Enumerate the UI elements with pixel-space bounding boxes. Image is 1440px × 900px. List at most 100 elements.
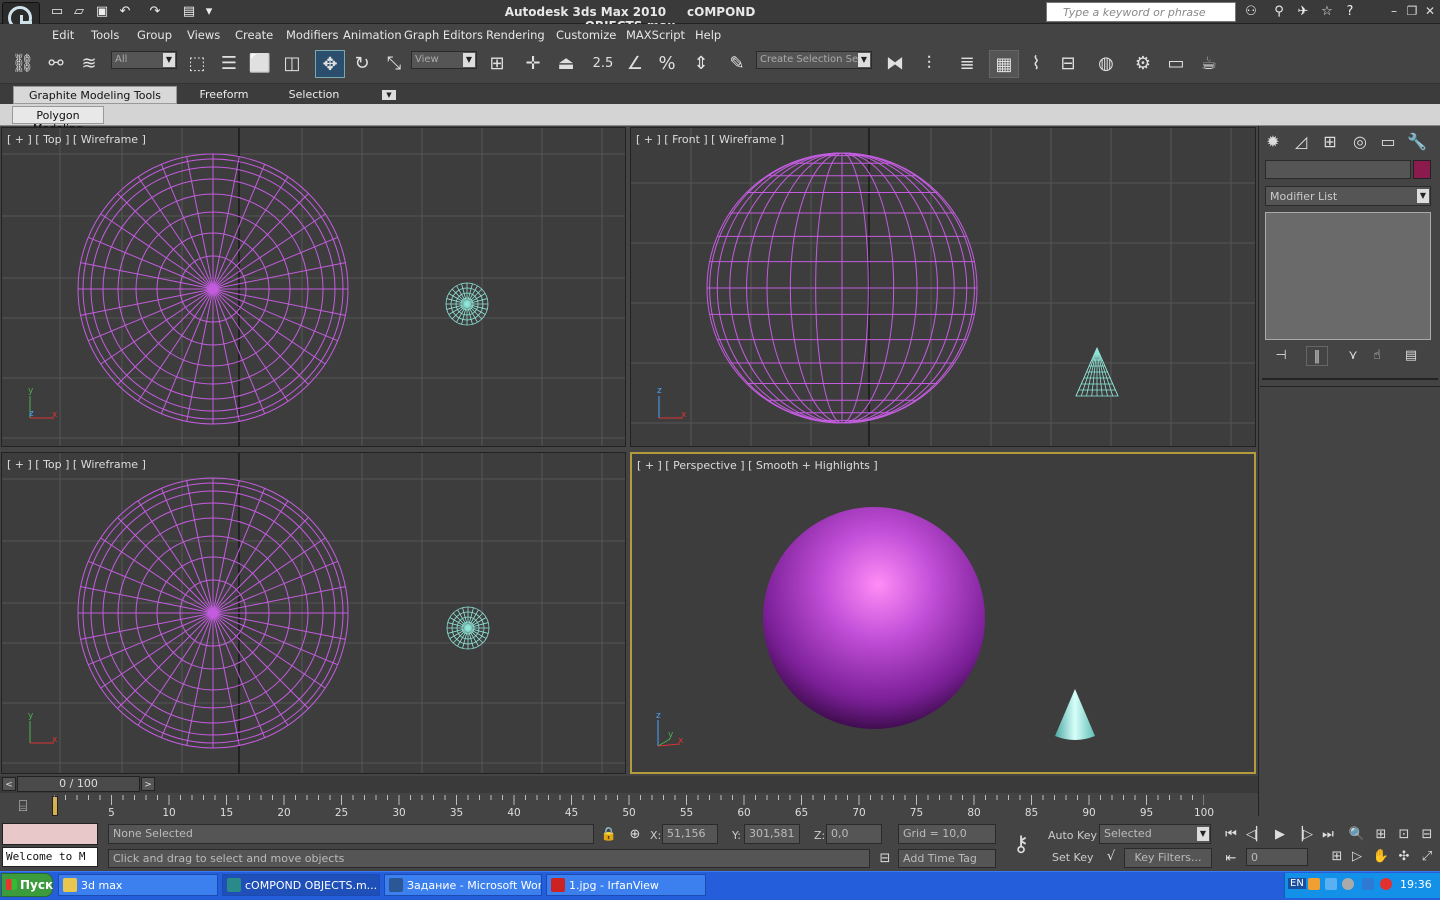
remove-modifier-icon[interactable]: ☝ (1366, 346, 1388, 366)
menu-tools[interactable]: Tools (91, 28, 119, 42)
open-file-icon[interactable]: ▱ (70, 3, 88, 20)
help-icon[interactable]: ? (1341, 3, 1359, 20)
absolute-mode-icon[interactable]: ⊕ (624, 826, 646, 844)
communication-icon[interactable]: ✈ (1294, 3, 1312, 20)
menu-graph-editors[interactable]: Graph Editors (404, 28, 483, 42)
subscription-icon[interactable]: ⚲ (1270, 3, 1288, 20)
time-slider-thumb[interactable]: 0 / 100 (17, 776, 140, 792)
reference-coordinate-dropdown[interactable]: View ▼ (411, 51, 477, 69)
shaded-cone[interactable] (1055, 689, 1095, 740)
x-coord-field[interactable]: 51,156 (662, 824, 718, 844)
tray-app-icon[interactable] (1308, 878, 1320, 890)
quick-access-dropdown-icon[interactable]: ▾ (200, 3, 218, 20)
modifier-stack[interactable] (1265, 212, 1431, 340)
set-key-mode-icon[interactable]: ⚷ (1004, 832, 1038, 858)
modifier-list-dropdown[interactable]: Modifier List ▼ (1265, 186, 1431, 206)
wire-cone-top-view[interactable] (445, 282, 489, 326)
pan-view-icon[interactable]: ✋ (1370, 848, 1392, 866)
tab-freeform[interactable]: Freeform (186, 86, 262, 104)
select-object-icon[interactable]: ⬚ (182, 50, 212, 78)
orbit-icon[interactable]: ✣ (1393, 848, 1415, 866)
utilities-icon[interactable]: 🔧 (1405, 130, 1429, 154)
viewport-top-left[interactable]: y z x [ + ] [ Top ] [ Wireframe ] (1, 127, 626, 447)
taskbar-item-word[interactable]: Задание - Microsoft Word (384, 874, 542, 896)
viewport-top-right[interactable]: z x [ + ] [ Front ] [ Wireframe ] (630, 127, 1256, 447)
make-unique-icon[interactable]: ⋎ (1342, 346, 1364, 366)
close-icon[interactable]: ✕ (1422, 3, 1438, 19)
show-end-result-icon[interactable]: ‖ (1306, 346, 1328, 366)
display-icon[interactable]: ▭ (1376, 130, 1400, 154)
wire-sphere-top-view-2[interactable] (77, 477, 349, 749)
align-icon[interactable]: ⫶ (914, 50, 944, 78)
menu-help[interactable]: Help (695, 28, 721, 42)
menu-rendering[interactable]: Rendering (486, 28, 545, 42)
binoculars-icon[interactable]: ⚇ (1242, 3, 1260, 20)
selection-filter-dropdown[interactable]: All ▼ (111, 51, 177, 69)
menu-create[interactable]: Create (235, 28, 273, 42)
viewport-label-top-right[interactable]: [ + ] [ Front ] [ Wireframe ] (636, 133, 784, 146)
keyboard-shortcut-override-icon[interactable]: ⏏ (551, 50, 581, 78)
wire-sphere-top-view[interactable] (77, 153, 349, 425)
maxscript-listener-mini[interactable] (2, 823, 98, 845)
zoom-extents-all-icon[interactable]: ⊟ (1416, 826, 1438, 844)
schematic-view-icon[interactable]: ⊟ (1053, 50, 1083, 78)
viewport-label-bottom-left[interactable]: [ + ] [ Top ] [ Wireframe ] (7, 458, 146, 471)
maxscript-welcome-field[interactable]: Welcome to M (2, 847, 98, 867)
add-time-tag-button[interactable]: Add Time Tag (898, 849, 996, 868)
current-frame-field[interactable]: 0 (1246, 848, 1308, 866)
previous-frame-icon[interactable]: ◁▏ (1245, 826, 1267, 844)
maximize-viewport-icon[interactable]: ⤢ (1416, 848, 1438, 866)
named-selection-dropdown[interactable]: Create Selection Se ▼ (756, 51, 872, 69)
key-mode-toggle-icon[interactable]: ⇤ (1220, 850, 1242, 868)
tab-graphite-modeling-tools[interactable]: Graphite Modeling Tools (13, 86, 177, 104)
language-indicator[interactable]: EN (1288, 878, 1306, 889)
time-tag-icon[interactable]: ⊟ (874, 850, 896, 868)
graphite-modeling-toggle-icon[interactable]: ▦ (989, 50, 1019, 78)
object-name-field[interactable] (1265, 160, 1411, 179)
menu-modifiers[interactable]: Modifiers (286, 28, 339, 42)
default-tangent-icon[interactable]: √ (1100, 848, 1122, 866)
taskbar-item-3dsmax[interactable]: cOMPOND OBJECTS.m... (222, 874, 380, 896)
select-and-rotate-icon[interactable]: ↻ (347, 50, 377, 78)
menu-edit[interactable]: Edit (52, 28, 74, 42)
go-to-start-icon[interactable]: ⏮ (1220, 826, 1242, 844)
tab-polygon-modeling[interactable]: Polygon Modeling (12, 106, 104, 135)
wire-sphere-front-view[interactable] (706, 152, 978, 424)
curve-editor-icon[interactable]: ⌇ (1021, 50, 1051, 78)
viewport-label-perspective[interactable]: [ + ] [ Perspective ] [ Smooth + Highlig… (637, 459, 878, 472)
select-and-link-icon[interactable]: ⛓ (8, 50, 38, 78)
menu-customize[interactable]: Customize (556, 28, 616, 42)
edit-named-selection-icon[interactable]: ✎ (722, 50, 752, 78)
select-and-scale-icon[interactable]: ⤡ (379, 50, 409, 78)
pin-stack-icon[interactable]: ⊣ (1270, 346, 1292, 366)
ribbon-menu-icon[interactable]: ▼ (382, 90, 396, 100)
motion-icon[interactable]: ◎ (1348, 130, 1372, 154)
favorites-star-icon[interactable]: ☆ (1318, 3, 1336, 20)
select-and-manipulate-icon[interactable]: ✛ (518, 50, 548, 78)
taskbar-item-irfanview[interactable]: 1.jpg - IrfanView (546, 874, 706, 896)
object-color-swatch[interactable] (1413, 160, 1431, 179)
zoom-all-icon[interactable]: ⊞ (1370, 826, 1392, 844)
minimize-icon[interactable]: – (1386, 3, 1402, 19)
key-filters-button[interactable]: Key Filters... (1124, 848, 1212, 868)
pivot-center-icon[interactable]: ⊞ (482, 50, 512, 78)
render-production-icon[interactable]: ☕ (1194, 50, 1224, 78)
shaded-sphere[interactable] (763, 507, 985, 729)
configure-modifier-sets-icon[interactable]: ▤ (1400, 346, 1422, 366)
start-button[interactable]: Пуск (1, 873, 53, 897)
y-coord-field[interactable]: 301,581 (744, 824, 800, 844)
time-slider-prev-button[interactable]: < (2, 777, 16, 791)
field-of-view-icon[interactable]: ▷ (1346, 848, 1368, 866)
select-by-name-icon[interactable]: ☰ (214, 50, 244, 78)
restore-icon[interactable]: ❐ (1404, 3, 1420, 19)
menu-views[interactable]: Views (187, 28, 220, 42)
zoom-extents-icon[interactable]: ⊡ (1393, 826, 1415, 844)
search-input[interactable]: Type a keyword or phrase (1046, 2, 1236, 22)
menu-animation[interactable]: Animation (343, 28, 402, 42)
redo-icon[interactable]: ↷ (146, 3, 164, 20)
viewport-label-top-left[interactable]: [ + ] [ Top ] [ Wireframe ] (7, 133, 146, 146)
save-file-icon[interactable]: ▣ (93, 3, 111, 20)
set-key-button[interactable]: Set Key (1052, 851, 1094, 864)
go-to-end-icon[interactable]: ⏭ (1317, 826, 1339, 844)
tray-network-icon[interactable] (1325, 878, 1337, 890)
